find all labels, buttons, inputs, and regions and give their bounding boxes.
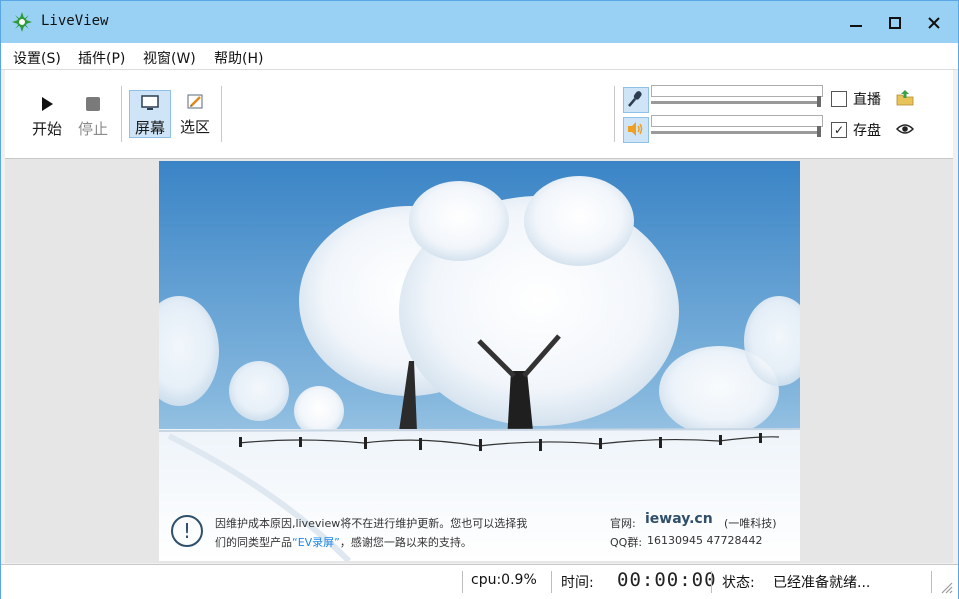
play-icon <box>42 97 53 111</box>
close-icon <box>928 17 940 29</box>
slider-track <box>651 101 821 104</box>
speaker-volume-slider[interactable] <box>651 115 823 137</box>
app-logo-icon <box>12 12 32 32</box>
stop-button[interactable]: 停止 <box>75 96 111 139</box>
app-window: LiveView 设置(S) 插件(P) 视窗(W) 帮助(H) 开始 停止 屏… <box>0 0 959 599</box>
microphone-level-meter <box>651 85 823 97</box>
save-checkbox[interactable]: ✓ <box>831 122 847 138</box>
time-label: 时间: <box>561 575 594 591</box>
capture-viewport: ! 因维护成本原因,liveview将不在进行维护更新。您也可以选择我 们的同类… <box>5 159 953 563</box>
slider-track <box>651 131 821 134</box>
close-button[interactable] <box>918 9 950 37</box>
live-checkbox[interactable] <box>831 91 847 107</box>
company-name: (一唯科技) <box>724 517 777 530</box>
save-checkmark: ✓ <box>833 123 845 137</box>
region-button[interactable]: 选区 <box>177 94 213 137</box>
screen-label: 屏幕 <box>134 119 165 137</box>
stop-label: 停止 <box>77 120 108 138</box>
live-label: 直播 <box>853 92 881 108</box>
minimize-button[interactable] <box>840 9 872 37</box>
slider-thumb[interactable] <box>817 126 821 137</box>
region-label: 选区 <box>179 118 210 136</box>
notice-line-1: 因维护成本原因,liveview将不在进行维护更新。您也可以选择我 <box>215 517 528 530</box>
status-separator <box>931 571 932 593</box>
cpu-usage: cpu:0.9% <box>471 572 537 588</box>
title-bar[interactable]: LiveView <box>1 1 958 43</box>
status-separator <box>551 571 552 593</box>
status-separator <box>711 571 712 593</box>
state-value: 已经准备就绪... <box>773 575 871 591</box>
upload-folder-icon[interactable] <box>896 89 914 107</box>
menu-plugins[interactable]: 插件(P) <box>78 48 125 68</box>
notice-line-2: 们的同类型产品“EV录屏”，感谢您一路以来的支持。 <box>215 534 472 550</box>
minimize-icon <box>850 25 862 27</box>
winter-tree-picture <box>159 161 800 561</box>
notice-line-2-suffix: ，感谢您一路以来的支持。 <box>339 536 472 549</box>
start-button[interactable]: 开始 <box>29 96 65 139</box>
speaker-level-meter <box>651 115 823 127</box>
maximize-icon <box>889 17 901 29</box>
stop-icon <box>86 97 100 111</box>
window-title: LiveView <box>41 13 109 29</box>
microphone-volume-slider[interactable] <box>651 85 823 107</box>
microphone-icon <box>628 91 642 107</box>
website-link[interactable]: ieway.cn <box>645 511 713 527</box>
maximize-button[interactable] <box>879 9 911 37</box>
slider-thumb[interactable] <box>817 96 821 107</box>
qq-label: QQ群: <box>610 536 643 549</box>
menu-help[interactable]: 帮助(H) <box>214 48 263 68</box>
maintenance-notice: ! 因维护成本原因,liveview将不在进行维护更新。您也可以选择我 们的同类… <box>159 509 800 561</box>
menu-bar: 设置(S) 插件(P) 视窗(W) 帮助(H) <box>1 43 958 70</box>
speaker-icon <box>628 122 643 136</box>
state-label: 状态: <box>722 575 755 591</box>
qq-groups: 16130945 47728442 <box>647 534 763 547</box>
status-separator <box>462 571 463 593</box>
website-label: 官网: <box>610 517 636 530</box>
menu-view[interactable]: 视窗(W) <box>143 48 196 68</box>
menu-settings[interactable]: 设置(S) <box>13 48 61 68</box>
ev-recorder-link[interactable]: “EV录屏” <box>292 536 340 549</box>
region-select-icon <box>187 94 203 109</box>
save-label: 存盘 <box>853 123 881 139</box>
screen-button[interactable]: 屏幕 <box>129 90 171 138</box>
elapsed-time: 00:00:00 <box>617 569 717 591</box>
eye-icon[interactable] <box>896 122 914 136</box>
svg-text:!: ! <box>183 519 191 543</box>
preview-image: ! 因维护成本原因,liveview将不在进行维护更新。您也可以选择我 们的同类… <box>159 161 800 561</box>
toolbar-separator <box>221 86 222 142</box>
toolbar-separator <box>121 86 122 142</box>
start-label: 开始 <box>31 120 62 138</box>
notice-line-2-prefix: 们的同类型产品 <box>215 536 292 549</box>
resize-grip-icon[interactable] <box>939 580 953 594</box>
toolbar: 开始 停止 屏幕 选区 直播 ✓ 存盘 <box>5 70 953 159</box>
speaker-button[interactable] <box>623 117 649 143</box>
microphone-button[interactable] <box>623 87 649 113</box>
status-bar: cpu:0.9% 时间: 00:00:00 状态: 已经准备就绪... <box>1 564 958 599</box>
info-circle-icon: ! <box>171 515 203 547</box>
toolbar-separator <box>614 86 615 142</box>
monitor-icon <box>141 95 159 110</box>
